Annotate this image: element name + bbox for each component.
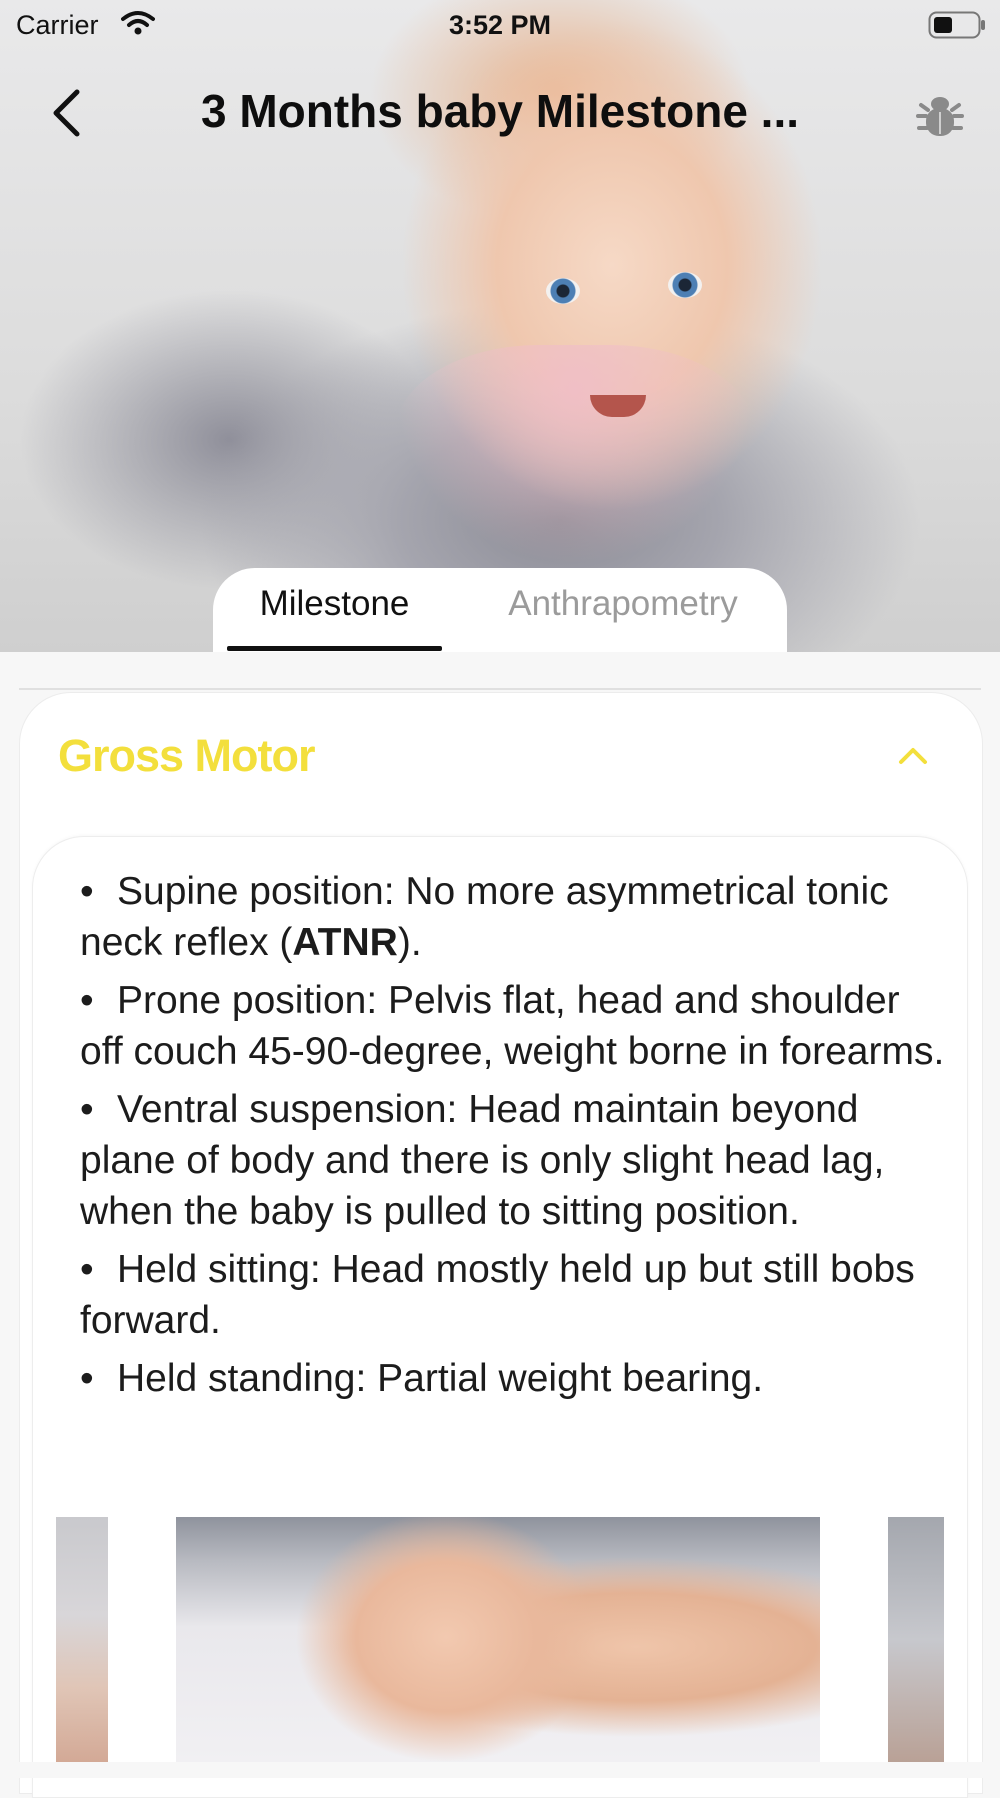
list-item: • Prone position: Pelvis flat, head and s…: [80, 975, 948, 1077]
divider: [19, 688, 981, 690]
chevron-up-icon[interactable]: [895, 742, 931, 768]
back-button[interactable]: [44, 88, 94, 138]
baby-eye-right: [668, 272, 702, 298]
tab-selected-indicator: [227, 646, 442, 651]
bug-icon: [916, 97, 964, 136]
battery-icon: [928, 11, 986, 44]
tab-milestone[interactable]: Milestone: [227, 584, 442, 624]
list-item: • Held standing: Partial weight bearing.: [80, 1353, 948, 1404]
baby-collar: [395, 345, 755, 565]
list-item: • Supine position: No more asymmetrical t…: [80, 866, 948, 968]
bottom-edge: [0, 1762, 1000, 1778]
baby-eye-left: [546, 278, 580, 304]
status-bar: Carrier 3:52 PM: [0, 0, 1000, 50]
tab-anthrapometry[interactable]: Anthrapometry: [482, 584, 764, 624]
status-time: 3:52 PM: [448, 10, 552, 40]
section-title[interactable]: Gross Motor: [58, 730, 316, 782]
carousel-image-previous[interactable]: [56, 1517, 108, 1762]
bullet: •: [80, 1248, 94, 1291]
list-item: • Held sitting: Head mostly held up but s…: [80, 1244, 948, 1346]
carousel-image-next[interactable]: [888, 1517, 944, 1762]
bullet: •: [80, 870, 94, 913]
milestone-list: • Supine position: No more asymmetrical t…: [80, 866, 948, 1411]
bullet: •: [80, 1357, 94, 1400]
bullet: •: [80, 1088, 94, 1131]
bullet: •: [80, 979, 94, 1022]
carousel-image-current[interactable]: [176, 1517, 820, 1762]
bold-term: ATNR: [292, 921, 398, 964]
page-title: 3 Months baby Milestone ...: [200, 85, 800, 137]
chevron-left-icon: [53, 89, 80, 137]
list-item: • Ventral suspension: Head maintain beyon…: [80, 1084, 948, 1237]
bug-button[interactable]: [915, 90, 965, 142]
